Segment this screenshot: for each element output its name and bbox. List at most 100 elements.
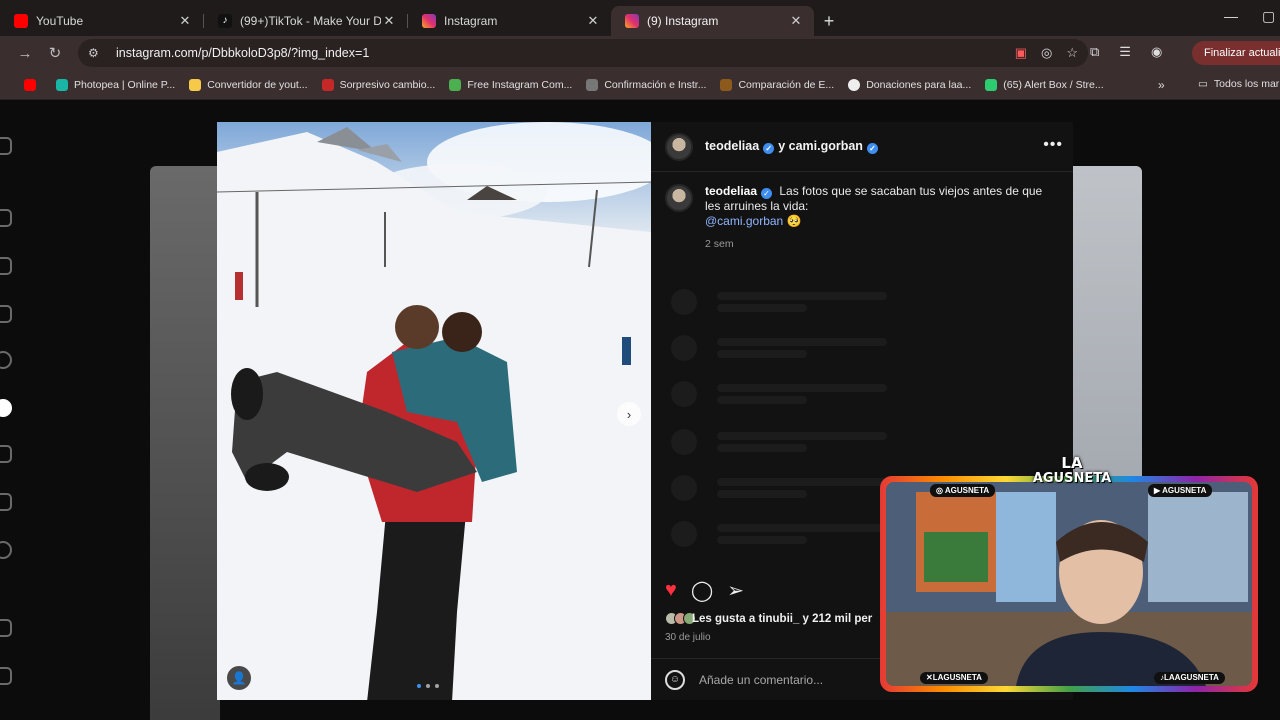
comment-skeleton — [671, 474, 887, 502]
reading-list-icon[interactable]: ☰ — [1119, 44, 1131, 60]
likes-summary[interactable]: Les gusta a tinubii_ y 212 mil per — [665, 612, 872, 625]
star-icon[interactable]: ☆ — [1066, 45, 1078, 61]
bookmark-youtube[interactable] — [24, 78, 42, 91]
emoji-icon[interactable]: ☺ — [665, 669, 685, 690]
create-icon[interactable] — [0, 445, 12, 463]
bookmark-item[interactable]: Donaciones para laa... — [848, 78, 972, 91]
youtube-handle-tag: ▶ AGUSNETA — [1148, 484, 1213, 497]
youtube-icon — [14, 14, 28, 28]
tiktok-icon: ♪ — [218, 14, 232, 28]
post-caption: teodeliaa ✓ Las fotos que se sacaban tus … — [665, 184, 1055, 252]
tab-label: (9) Instagram — [647, 14, 719, 28]
reels-icon[interactable] — [0, 257, 12, 275]
bookmark-item[interactable]: Confirmación e Instr... — [586, 78, 707, 91]
carousel-dot — [435, 684, 439, 688]
bookmark-label: Free Instagram Com... — [467, 78, 573, 91]
share-icon[interactable]: ➢ — [727, 578, 744, 603]
profile-icon[interactable]: ◉ — [1151, 44, 1162, 60]
carousel-indicator — [417, 684, 439, 688]
bookmark-label: Convertidor de yout... — [207, 78, 308, 91]
like-heart-icon[interactable]: ♥ — [665, 579, 677, 602]
tab-label: YouTube — [36, 14, 84, 28]
instagram-handle-tag: ◎ AGUSNETA — [930, 484, 996, 497]
comment-input[interactable]: Añade un comentario... — [699, 673, 823, 687]
comment-skeleton — [671, 288, 887, 316]
caption-username[interactable]: teodeliaa — [705, 184, 757, 198]
apps-icon[interactable] — [0, 667, 12, 685]
tab-instagram-active[interactable]: (9) Instagram ✕ — [611, 6, 814, 36]
explore-icon[interactable] — [0, 399, 12, 417]
home-icon[interactable] — [0, 209, 12, 227]
tab-bar: YouTube ✕ ♪ (99+)TikTok - Make Your Day … — [0, 0, 1280, 36]
bookmark-item[interactable]: Photopea | Online P... — [56, 78, 176, 91]
dashboard-icon[interactable] — [0, 493, 12, 511]
caption-mention[interactable]: @cami.gorban — [705, 214, 783, 228]
bookmark-label: (65) Alert Box / Stre... — [1003, 78, 1104, 91]
folder-label: Todos los mar — [1213, 78, 1280, 90]
minimize-icon[interactable]: — — [1224, 8, 1238, 24]
address-bar[interactable]: ⚙ instagram.com/p/DbbkoloD3p8/?img_index… — [78, 39, 1088, 67]
search-icon[interactable] — [0, 351, 12, 369]
previous-post-preview[interactable] — [150, 166, 220, 720]
profile-icon[interactable] — [0, 541, 12, 559]
messages-icon[interactable] — [0, 305, 12, 323]
webcam-overlay: ◎ AGUSNETA ▶ AGUSNETA ✕LAGUSNETA ♪LAAGUS… — [880, 476, 1258, 692]
webcam-feed: ◎ AGUSNETA ▶ AGUSNETA ✕LAGUSNETA ♪LAAGUS… — [886, 482, 1252, 686]
youtube-icon: ▶ — [1154, 486, 1163, 495]
likes-text: Les gusta a tinubii_ y 212 mil per — [692, 612, 873, 625]
bookmark-item[interactable]: Convertidor de yout... — [189, 78, 308, 91]
restore-icon[interactable]: ▢ — [1262, 8, 1275, 25]
bookmark-item[interactable]: (65) Alert Box / Stre... — [985, 78, 1104, 91]
bookmark-label: Confirmación e Instr... — [604, 78, 707, 91]
bookmark-label: Sorpresivo cambio... — [339, 78, 436, 91]
instagram-icon — [625, 14, 639, 28]
caption-time: 2 sem — [705, 238, 734, 250]
chevron-more-icon[interactable]: » — [1158, 78, 1165, 92]
avatar[interactable] — [665, 132, 693, 161]
site-settings-icon[interactable]: ⚙ — [88, 46, 104, 60]
finish-update-button[interactable]: Finalizar actualiz — [1192, 41, 1280, 65]
x-icon: ✕ — [926, 673, 933, 682]
news-icon — [321, 78, 334, 91]
tagged-users-icon[interactable]: 👤 — [227, 666, 251, 690]
bookmark-item[interactable]: Comparación de E... — [720, 78, 834, 91]
instagram-icon: ◎ — [936, 486, 945, 495]
tab-youtube[interactable]: YouTube ✕ — [0, 6, 203, 36]
menu-icon[interactable] — [0, 619, 12, 637]
close-icon[interactable]: ✕ — [177, 13, 193, 29]
avatar[interactable] — [665, 184, 693, 212]
author-username[interactable]: teodeliaa — [705, 139, 759, 153]
post-photo[interactable]: › 👤 — [217, 122, 651, 700]
comment-skeleton — [671, 520, 887, 548]
bookmark-label: Photopea | Online P... — [74, 78, 176, 91]
tab-instagram[interactable]: Instagram ✕ — [408, 6, 611, 36]
logo-line: AGUSNETA — [1032, 471, 1112, 486]
comment-icon[interactable]: ◯ — [691, 578, 713, 603]
coauthor-username[interactable]: cami.gorban — [789, 139, 863, 153]
close-icon[interactable]: ✕ — [381, 13, 397, 29]
caption-emoji: 🥺 — [786, 214, 802, 228]
carousel-dot — [417, 684, 421, 688]
eye-off-icon[interactable]: ◎ — [1041, 45, 1052, 61]
reload-icon[interactable]: ↻ — [40, 44, 70, 62]
bookmark-label: Donaciones para laa... — [866, 78, 972, 91]
back-icon[interactable]: → — [10, 45, 40, 62]
tab-tiktok[interactable]: ♪ (99+)TikTok - Make Your Day ✕ — [204, 6, 407, 36]
compare-icon — [720, 78, 733, 91]
extensions-icon[interactable]: ⧉ — [1090, 44, 1099, 60]
new-tab-button[interactable]: + — [814, 6, 844, 36]
all-bookmarks-folder[interactable]: ▭ Todos los mar — [1198, 78, 1279, 90]
bookmark-item[interactable]: Free Instagram Com... — [449, 78, 573, 91]
close-icon[interactable]: ✕ — [585, 13, 601, 29]
cast-icon[interactable]: ▣ — [1015, 45, 1027, 61]
close-icon[interactable]: ✕ — [788, 13, 804, 29]
more-options-icon[interactable]: ••• — [1043, 136, 1063, 154]
alertbox-icon — [985, 78, 998, 91]
snow-photo-illustration — [217, 122, 651, 700]
instagram-logo-icon[interactable] — [0, 137, 12, 155]
next-image-button[interactable]: › — [617, 402, 641, 426]
post-authors: teodeliaa ✓ y cami.gorban ✓ — [705, 139, 882, 154]
streamer-logo: LA AGUSNETA — [1032, 456, 1112, 487]
tag-text: LAGUSNETA — [932, 673, 982, 682]
bookmark-item[interactable]: Sorpresivo cambio... — [321, 78, 436, 91]
